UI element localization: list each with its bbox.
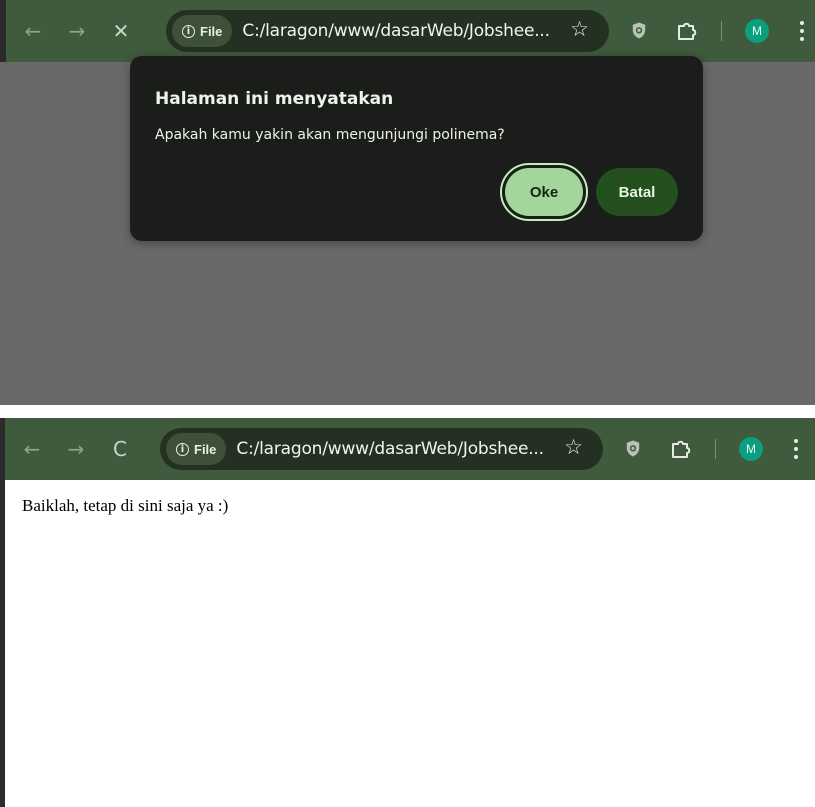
shield-extension-icon[interactable] (626, 440, 640, 457)
ok-button-label[interactable]: Oke (505, 168, 583, 216)
profile-avatar[interactable]: M (739, 437, 763, 461)
more-menu-icon[interactable] (799, 18, 805, 44)
extensions-puzzle-icon[interactable] (676, 20, 698, 42)
url-text[interactable]: C:/laragon/www/dasarWeb/Jobshee... (236, 439, 544, 459)
bookmark-star-icon[interactable]: ☆ (564, 437, 583, 458)
browser-toolbar: ← → C i File C:/laragon/www/dasarWeb/Job… (5, 418, 815, 480)
back-icon[interactable]: ← (17, 434, 47, 464)
dialog-title: Halaman ini menyatakan (155, 89, 394, 109)
page-body-text: Baiklah, tetap di sini saja ya :) (22, 496, 229, 515)
cancel-button[interactable]: Batal (596, 168, 678, 216)
url-text[interactable]: C:/laragon/www/dasarWeb/Jobshee... (242, 21, 550, 41)
shield-extension-icon[interactable] (632, 22, 646, 39)
file-chip-label: File (200, 23, 223, 39)
bookmark-star-icon[interactable]: ☆ (570, 19, 589, 40)
screenshot-confirm-dialog: ← → ✕ i File C:/laragon/www/dasarWeb/Job… (0, 0, 815, 405)
forward-icon[interactable]: → (62, 16, 92, 46)
site-info-chip[interactable]: i File (172, 15, 233, 47)
address-bar[interactable]: i File C:/laragon/www/dasarWeb/Jobshee..… (166, 10, 609, 52)
back-icon[interactable]: ← (18, 16, 48, 46)
dialog-message: Apakah kamu yakin akan mengunjungi polin… (155, 127, 505, 143)
extensions-puzzle-icon[interactable] (670, 438, 692, 460)
screenshot-result-page: ← → C i File C:/laragon/www/dasarWeb/Job… (0, 418, 815, 807)
toolbar-divider (715, 439, 716, 459)
reload-icon[interactable]: C (105, 434, 135, 464)
browser-toolbar: ← → ✕ i File C:/laragon/www/dasarWeb/Job… (0, 0, 815, 62)
info-icon: i (182, 24, 195, 38)
address-bar[interactable]: i File C:/laragon/www/dasarWeb/Jobshee..… (160, 428, 603, 470)
more-menu-icon[interactable] (793, 436, 799, 462)
stop-loading-icon[interactable]: ✕ (106, 16, 136, 46)
confirm-dialog: Halaman ini menyatakan Apakah kamu yakin… (130, 56, 703, 241)
ok-button[interactable]: Oke (500, 163, 588, 221)
site-info-chip[interactable]: i File (166, 433, 227, 465)
info-icon: i (176, 442, 189, 456)
profile-avatar[interactable]: M (745, 19, 769, 43)
forward-icon[interactable]: → (61, 434, 91, 464)
file-chip-label: File (194, 441, 217, 457)
toolbar-divider (721, 21, 722, 41)
